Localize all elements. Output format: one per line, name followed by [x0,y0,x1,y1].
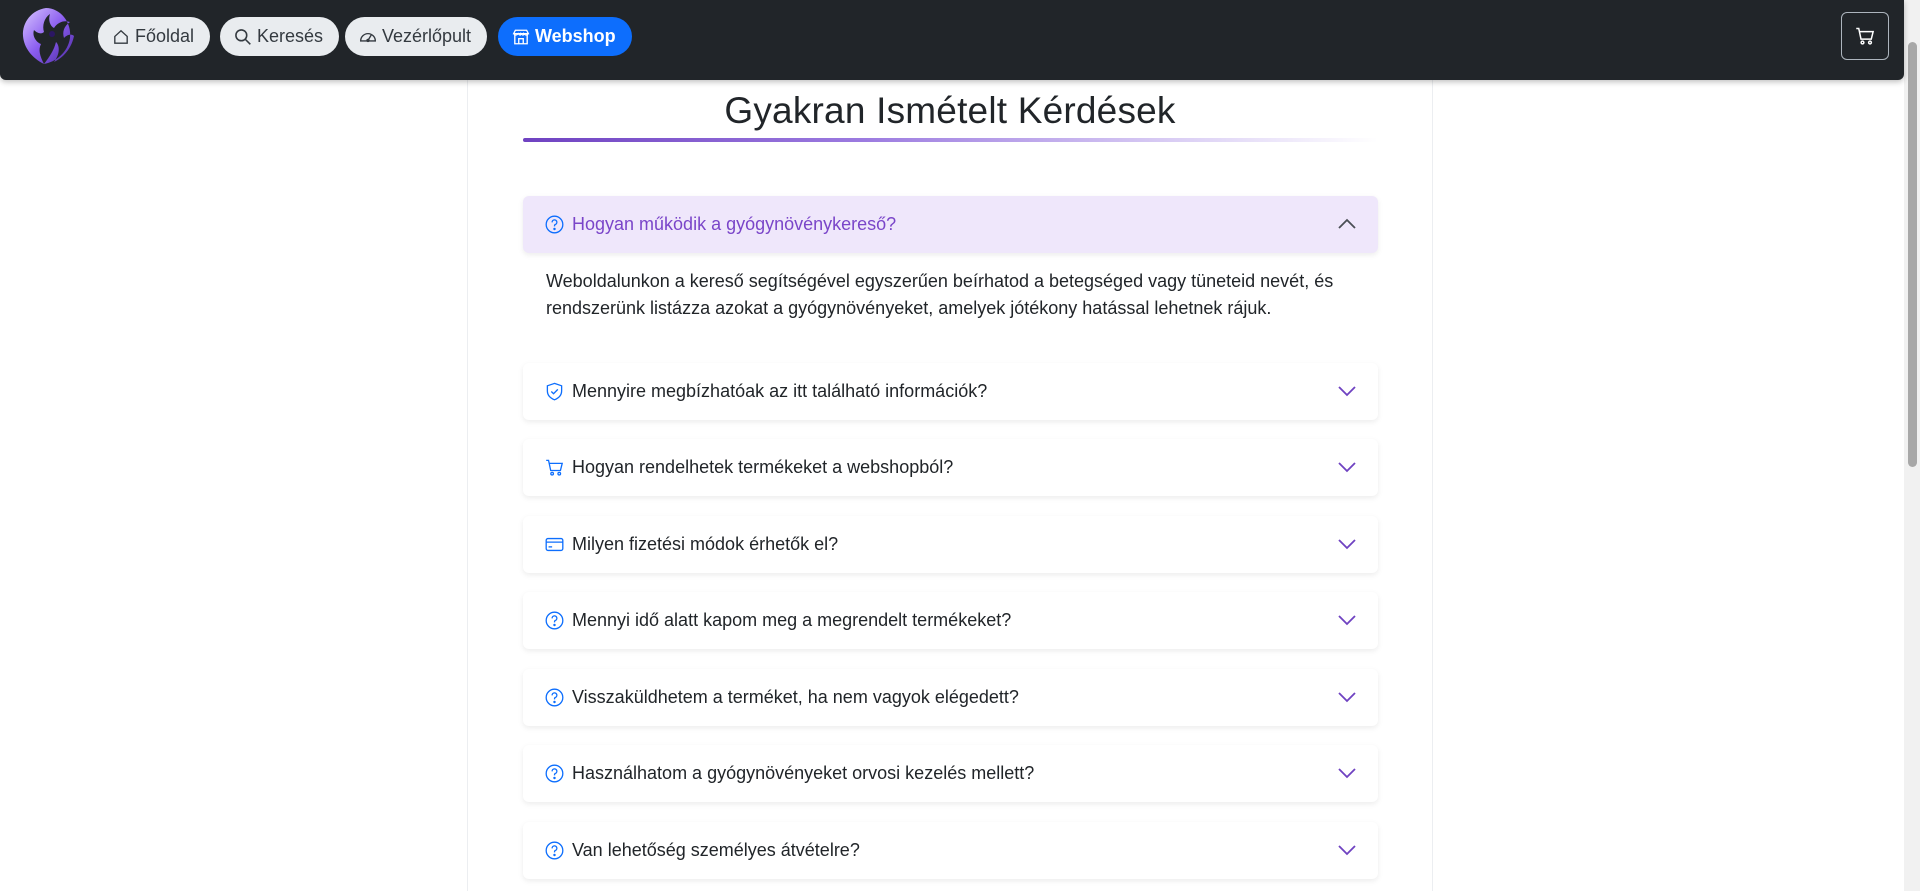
faq-question: Hogyan működik a gyógynövénykereső? [572,214,897,234]
faq-item-2-header[interactable]: Mennyire megbízhatóak az itt található i… [523,363,1378,420]
faq-question: Használhatom a gyógynövényeket orvosi ke… [572,763,1035,783]
dashboard-icon [360,32,376,42]
faq-question: Hogyan rendelhetek termékeket a webshopb… [572,457,954,477]
question-circle-icon [545,215,564,234]
nav-home-label: Főoldal [135,26,195,46]
question-circle-icon [545,688,564,707]
faq-item-1-answer: Weboldalunkon a kereső segítségével egys… [546,271,1334,318]
faq-item-4-header[interactable]: Milyen fizetési módok érhetők el? [523,516,1378,573]
nav-dashboard-button[interactable]: Vezérlőpult [345,17,488,56]
nav-webshop-label: Webshop [535,26,616,46]
shop-icon [512,29,530,44]
nav-webshop-button[interactable]: Webshop [498,17,632,56]
page-title: Gyakran Ismételt Kérdések [724,90,1176,131]
faq-item-1-header[interactable]: Hogyan működik a gyógynövénykereső? [523,196,1378,253]
nav-home-button[interactable]: Főoldal [98,17,211,56]
faq-question: Milyen fizetési módok érhetők el? [572,534,839,554]
chevron-down-icon [1338,768,1356,779]
faq-item-3-header[interactable]: Hogyan rendelhetek termékeket a webshopb… [523,439,1378,496]
top-navbar: Főoldal Keresés Vezérlőpult Webshop [0,0,1904,80]
scrollbar-thumb[interactable] [1908,42,1917,467]
search-icon [235,28,251,45]
title-underline [523,138,1378,142]
home-icon [114,29,128,44]
faq-item-7-header[interactable]: Használhatom a gyógynövényeket orvosi ke… [523,745,1378,802]
chevron-down-icon [1338,386,1356,397]
faq-question: Mennyire megbízhatóak az itt található i… [572,381,988,401]
chevron-down-icon [1338,615,1356,626]
faq-item-6-header[interactable]: Visszaküldhetem a terméket, ha nem vagyo… [523,669,1378,726]
chevron-up-icon [1338,218,1356,229]
page-scrollbar[interactable] [1904,0,1920,891]
logo-icon[interactable] [14,4,78,70]
credit-card-icon [545,537,564,552]
cart-icon [1856,27,1875,45]
faq-item-5-header[interactable]: Mennyi idő alatt kapom meg a megrendelt … [523,592,1378,649]
question-circle-icon [545,764,564,783]
chevron-down-icon [1338,692,1356,703]
shield-check-icon [546,382,563,401]
cart-icon [546,459,564,476]
cart-button[interactable] [1841,12,1889,60]
chevron-down-icon [1338,462,1356,473]
faq-item-8-header[interactable]: Van lehetőség személyes átvételre? [523,822,1378,879]
chevron-down-icon [1338,845,1356,856]
chevron-down-icon [1338,539,1356,550]
nav-search-button[interactable]: Keresés [220,17,340,56]
nav-dashboard-label: Vezérlőpult [382,26,472,46]
faq-question: Mennyi idő alatt kapom meg a megrendelt … [572,610,1012,630]
question-circle-icon [545,611,564,630]
faq-question: Visszaküldhetem a terméket, ha nem vagyo… [572,687,1019,707]
faq-question: Van lehetőség személyes átvételre? [572,840,860,860]
nav-search-label: Keresés [257,26,324,46]
question-circle-icon [545,841,564,860]
